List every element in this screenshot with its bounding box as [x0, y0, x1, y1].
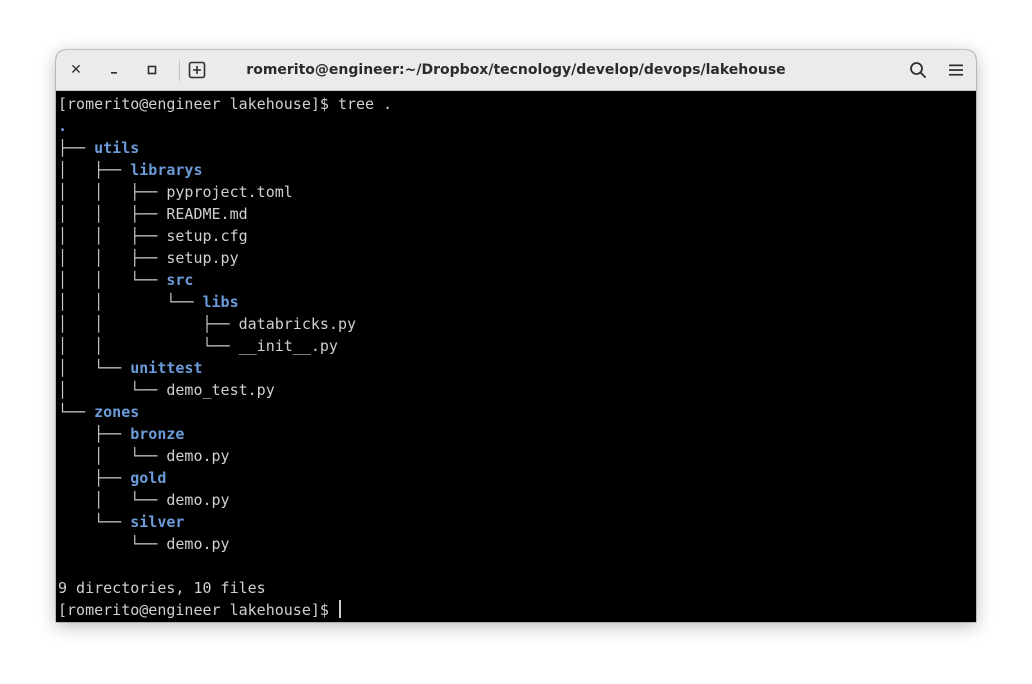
tree-branch: │ │ └──: [58, 337, 239, 355]
tree-entry: ├── utils: [58, 137, 976, 159]
terminal-output[interactable]: [romerito@engineer lakehouse]$ tree . . …: [56, 91, 976, 622]
tree-listing: ├── utils │ ├── librarys │ │ ├── pyproject…: [58, 137, 976, 555]
tree-branch: │ │ ├──: [58, 227, 167, 245]
new-tab-button[interactable]: [185, 58, 209, 82]
tree-entry: │ │ ├── README.md: [58, 203, 976, 225]
hamburger-menu-icon: [949, 64, 963, 76]
tree-entry: │ └── unittest: [58, 357, 976, 379]
tree-file-name: setup.cfg: [166, 227, 248, 245]
tree-directory-name: unittest: [130, 359, 203, 377]
tree-entry: ├── bronze: [58, 423, 976, 445]
tree-branch: ├──: [58, 139, 95, 157]
window-title: romerito@engineer:~/Dropbox/tecnology/de…: [246, 62, 786, 78]
title-bar: ✕ romerito@engineer:~/Dropbox/tecnology/…: [56, 50, 976, 91]
tree-directory-name: src: [166, 271, 194, 289]
tree-branch: └──: [58, 403, 95, 421]
titlebar-separator: [179, 60, 180, 81]
tree-summary: 9 directories, 10 files: [58, 579, 266, 597]
close-icon: ✕: [70, 62, 82, 78]
minimize-button[interactable]: [102, 58, 126, 82]
tree-entry: │ ├── librarys: [58, 159, 976, 181]
tree-directory-name: gold: [130, 469, 167, 487]
tree-directory-name: zones: [94, 403, 140, 421]
maximize-button[interactable]: [140, 58, 164, 82]
tree-branch: ├──: [58, 469, 131, 487]
search-icon: [910, 62, 926, 78]
tree-entry: │ │ ├── databricks.py: [58, 313, 976, 335]
tree-file-name: __init__.py: [238, 337, 338, 355]
tree-entry: │ │ └── libs: [58, 291, 976, 313]
tree-entry: │ └── demo_test.py: [58, 379, 976, 401]
tree-entry: └── zones: [58, 401, 976, 423]
tree-branch: ├──: [58, 425, 131, 443]
tree-file-name: demo.py: [166, 491, 230, 509]
tree-branch: │ │ ├──: [58, 205, 167, 223]
tree-entry: │ │ ├── setup.py: [58, 247, 976, 269]
menu-button[interactable]: [944, 58, 968, 82]
tree-entry: │ │ └── src: [58, 269, 976, 291]
tree-branch: └──: [58, 535, 167, 553]
tree-branch: │ │ └──: [58, 293, 203, 311]
tree-file-name: README.md: [166, 205, 248, 223]
tree-directory-name: silver: [130, 513, 185, 531]
text-cursor: [338, 600, 341, 618]
tree-branch: │ └──: [58, 447, 167, 465]
shell-command: tree .: [337, 95, 393, 113]
tree-file-name: demo.py: [166, 535, 230, 553]
tree-directory-name: bronze: [130, 425, 185, 443]
tree-entry: │ └── demo.py: [58, 489, 976, 511]
tree-entry: └── silver: [58, 511, 976, 533]
minimize-icon: [111, 72, 117, 74]
tree-branch: │ │ ├──: [58, 249, 167, 267]
tree-entry: │ └── demo.py: [58, 445, 976, 467]
tree-branch: │ │ ├──: [58, 183, 167, 201]
tree-branch: └──: [58, 513, 131, 531]
maximize-icon: [147, 65, 157, 75]
final-shell-prompt: [romerito@engineer lakehouse]$: [58, 601, 329, 619]
tree-file-name: pyproject.toml: [166, 183, 293, 201]
search-button[interactable]: [906, 58, 930, 82]
tree-directory-name: librarys: [130, 161, 203, 179]
tree-entry: ├── gold: [58, 467, 976, 489]
tree-directory-name: utils: [94, 139, 140, 157]
tree-branch: │ │ └──: [58, 271, 167, 289]
tree-entry: └── demo.py: [58, 533, 976, 555]
new-tab-icon: [188, 61, 206, 79]
close-button[interactable]: ✕: [64, 58, 88, 82]
tree-branch: │ │ ├──: [58, 315, 239, 333]
shell-prompt: [romerito@engineer lakehouse]$: [58, 95, 329, 113]
tree-branch: │ ├──: [58, 161, 131, 179]
tree-file-name: demo.py: [166, 447, 230, 465]
tree-file-name: setup.py: [166, 249, 239, 267]
tree-file-name: databricks.py: [238, 315, 357, 333]
tree-branch: │ └──: [58, 491, 167, 509]
final-prompt-line: [romerito@engineer lakehouse]$: [58, 599, 976, 621]
tree-branch: │ └──: [58, 381, 167, 399]
terminal-window: ✕ romerito@engineer:~/Dropbox/tecnology/…: [56, 50, 976, 622]
tree-entry: │ │ ├── pyproject.toml: [58, 181, 976, 203]
tree-entry: │ │ └── __init__.py: [58, 335, 976, 357]
tree-root: .: [58, 115, 976, 137]
command-line: [romerito@engineer lakehouse]$ tree .: [58, 93, 976, 115]
tree-file-name: demo_test.py: [166, 381, 275, 399]
tree-entry: │ │ ├── setup.cfg: [58, 225, 976, 247]
tree-directory-name: libs: [202, 293, 239, 311]
tree-branch: │ └──: [58, 359, 131, 377]
tree-root-dir: .: [58, 117, 68, 135]
